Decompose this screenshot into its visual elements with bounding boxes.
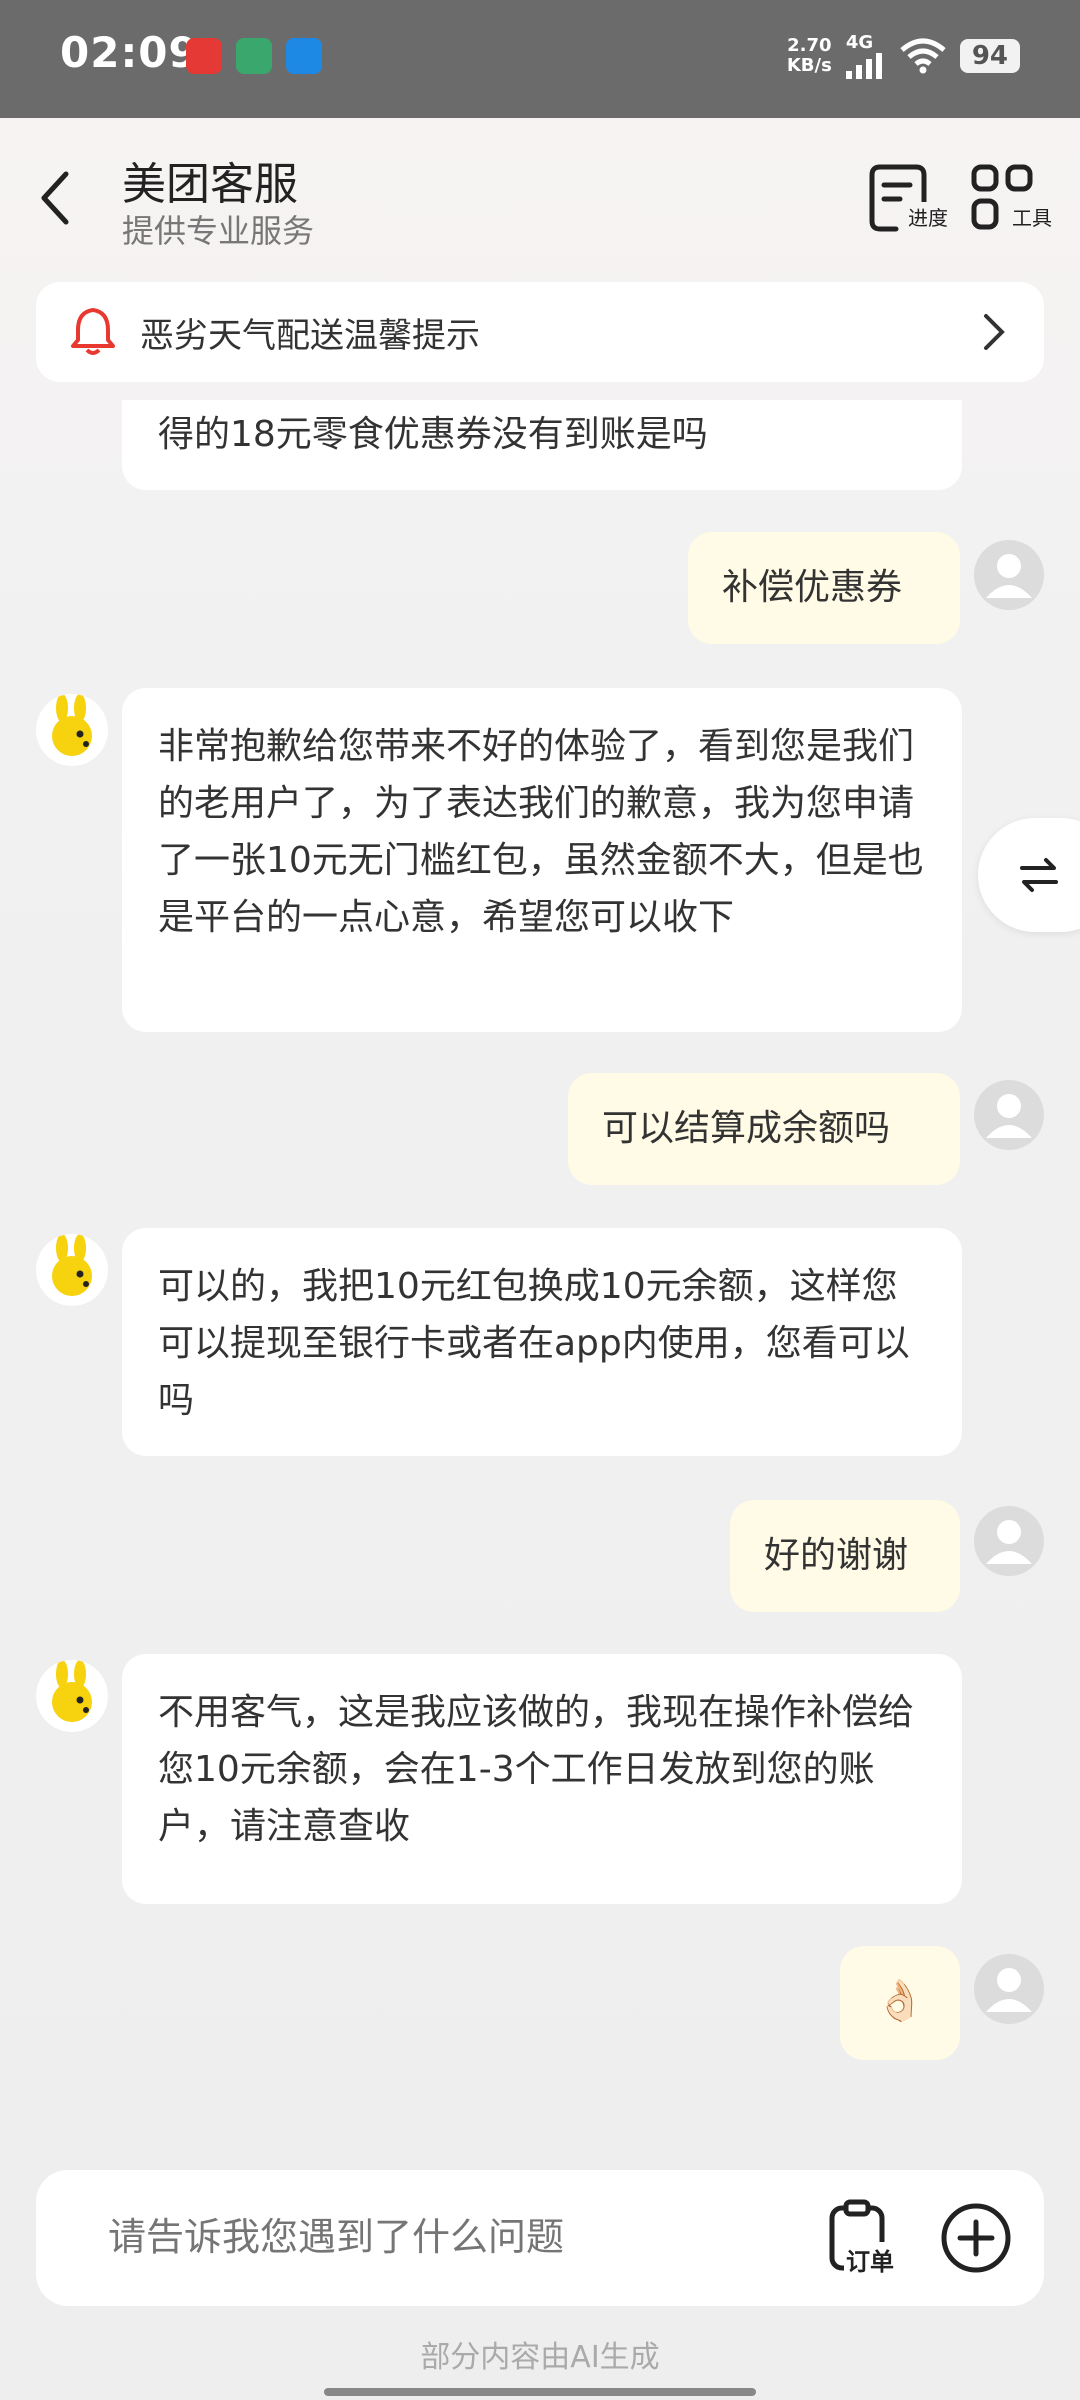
- bot-message: 不用客气，这是我应该做的，我现在操作补偿给您10元余额，会在1-3个工作日发放到…: [122, 1654, 962, 1904]
- status-bar: 02:09 2.70 KB/s 4G 94: [0, 0, 1080, 118]
- app-notification-icon: [186, 38, 222, 74]
- network-type: 4G: [845, 32, 874, 53]
- bot-message: 非常抱歉给您带来不好的体验了，看到您是我们的老用户了，为了表达我们的歉意，我为您…: [122, 688, 962, 1032]
- bot-avatar: [36, 1234, 108, 1306]
- user-silhouette-icon: [986, 1094, 1032, 1138]
- order-label: 订单: [844, 2242, 896, 2277]
- cellular: 4G: [845, 32, 886, 79]
- message-text: 好的谢谢: [764, 1535, 909, 1576]
- order-button[interactable]: 订单: [826, 2198, 906, 2278]
- signal-icon: [845, 53, 882, 79]
- chevron-right-icon: [984, 314, 1005, 350]
- progress-button[interactable]: 进度: [866, 163, 950, 233]
- page-title: 美团客服: [122, 159, 298, 210]
- user-message: 👌🏻: [840, 1946, 960, 2060]
- bell-icon: [71, 308, 115, 355]
- plus-circle-icon[interactable]: [940, 2202, 1012, 2274]
- page-subtitle: 提供专业服务: [122, 212, 315, 250]
- notice-text: 恶劣天气配送温馨提示: [140, 316, 480, 356]
- swap-arrows-icon: [1020, 858, 1058, 892]
- ok-hand-emoji: 👌🏻: [875, 1978, 925, 2024]
- message-text: 可以的，我把10元红包换成10元余额，这样您可以提现至银行卡或者在app内使用，…: [158, 1266, 910, 1421]
- back-arrow-icon[interactable]: [36, 168, 76, 228]
- mascot-icon: [52, 1234, 92, 1296]
- bot-avatar: [36, 694, 108, 766]
- app-notification-icon: [286, 38, 322, 74]
- progress-label: 进度: [906, 202, 950, 231]
- bot-message: 可以的，我把10元红包换成10元余额，这样您可以提现至银行卡或者在app内使用，…: [122, 1228, 962, 1456]
- app-notification-icon: [236, 38, 272, 74]
- message-text: 补偿优惠券: [722, 567, 903, 608]
- wifi-icon: [900, 38, 946, 73]
- mascot-icon: [52, 694, 92, 756]
- ai-generated-note: 部分内容由AI生成: [420, 2340, 660, 2375]
- message-text: 不用客气，这是我应该做的，我现在操作补偿给您10元余额，会在1-3个工作日发放到…: [158, 1692, 915, 1847]
- user-silhouette-icon: [986, 1968, 1032, 2012]
- bot-message: 得的18元零食优惠券没有到账是吗: [122, 400, 962, 490]
- message-text: 可以结算成余额吗: [602, 1108, 891, 1149]
- user-message: 补偿优惠券: [688, 532, 960, 644]
- mascot-icon: [52, 1660, 92, 1722]
- user-avatar[interactable]: [974, 1506, 1044, 1576]
- message-text: 得的18元零食优惠券没有到账是吗: [158, 414, 708, 455]
- weather-notice-banner[interactable]: 恶劣天气配送温馨提示: [36, 282, 1044, 382]
- status-right: 2.70 KB/s 4G 94: [787, 32, 1020, 79]
- message-composer: 订单: [36, 2170, 1044, 2306]
- side-switch-button[interactable]: [978, 818, 1080, 932]
- user-avatar[interactable]: [974, 1954, 1044, 2024]
- chat-header: 美团客服 提供专业服务 进度 工具: [0, 118, 1080, 278]
- tools-button[interactable]: 工具: [970, 163, 1054, 233]
- network-speed: 2.70 KB/s: [786, 34, 832, 76]
- battery-level: 94: [959, 38, 1020, 73]
- user-avatar[interactable]: [974, 540, 1044, 610]
- user-silhouette-icon: [986, 554, 1032, 598]
- user-message: 好的谢谢: [730, 1500, 960, 1612]
- network-speed-value: 2.70: [787, 34, 832, 56]
- user-avatar[interactable]: [974, 1080, 1044, 1150]
- message-text: 非常抱歉给您带来不好的体验了，看到您是我们的老用户了，为了表达我们的歉意，我为您…: [158, 726, 924, 938]
- network-speed-unit: KB/s: [786, 54, 832, 76]
- tools-label: 工具: [1010, 202, 1054, 231]
- message-input[interactable]: [106, 2214, 810, 2260]
- home-indicator[interactable]: [324, 2388, 756, 2396]
- user-message: 可以结算成余额吗: [568, 1073, 960, 1185]
- status-time: 02:09: [60, 28, 199, 77]
- user-silhouette-icon: [986, 1520, 1032, 1564]
- status-app-icons: [186, 38, 322, 74]
- bot-avatar: [36, 1660, 108, 1732]
